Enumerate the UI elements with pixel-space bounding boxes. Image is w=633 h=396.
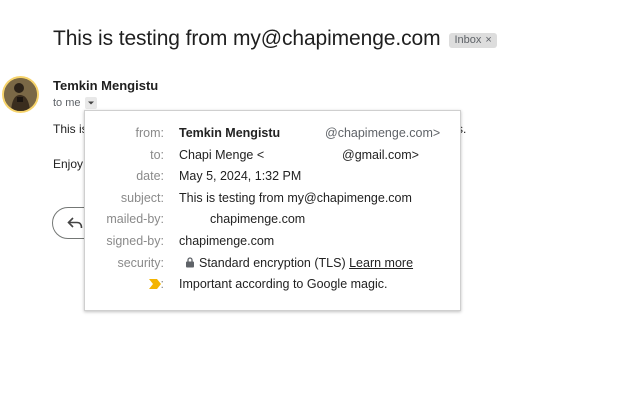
from-address: @chapimenge.com> (325, 126, 441, 140)
lock-icon (186, 257, 194, 268)
mailed-by-value: chapimenge.com (210, 212, 306, 226)
from-name: Temkin Mengistu (179, 126, 281, 140)
email-view: This is testing from my@chapimenge.com I… (0, 0, 633, 396)
avatar[interactable] (2, 76, 39, 113)
subject-value: This is testing from my@chapimenge.com (179, 191, 412, 205)
security-value-wrap: Standard encryption (TLS) Learn more (185, 256, 413, 270)
message-details-popup: from: Temkin Mengistu @chapimenge.com> t… (84, 110, 461, 311)
details-security-row: security: Standard encryption (TLS) Lear… (85, 254, 460, 272)
caret-down-icon (87, 101, 94, 105)
details-from-row: from: Temkin Mengistu @chapimenge.com> (85, 124, 460, 142)
recipient-line: to me (53, 97, 97, 109)
show-details-button[interactable] (84, 97, 97, 109)
learn-more-link[interactable]: Learn more (349, 256, 413, 270)
avatar-image (4, 78, 37, 111)
details-subject-row: subject: This is testing from my@chapime… (85, 189, 460, 207)
details-date-row: date: May 5, 2024, 1:32 PM (85, 167, 460, 185)
security-value: Standard encryption (TLS) (199, 256, 346, 270)
signed-by-label: signed-by: (106, 234, 164, 248)
signed-by-value: chapimenge.com (179, 234, 275, 248)
details-mailedby-row: mailed-by: chapimenge.com (85, 210, 460, 228)
to-label: to: (150, 148, 164, 162)
label-text: Inbox (454, 33, 482, 46)
sender-name: Temkin Mengistu (53, 78, 159, 93)
importance-value: Important according to Google magic. (179, 277, 388, 291)
security-label: security: (117, 256, 164, 270)
reply-arrow-icon (67, 217, 83, 229)
from-value: Temkin Mengistu (179, 126, 280, 140)
subject-row: This is testing from my@chapimenge.com I… (53, 27, 497, 51)
body-text-line-1: This is (53, 122, 88, 136)
importance-label-wrap: : (148, 277, 164, 291)
inbox-label-chip[interactable]: Inbox × (449, 32, 497, 48)
date-label: date: (136, 169, 164, 183)
importance-label: : (160, 277, 164, 291)
importance-marker-icon (148, 279, 161, 289)
details-signedby-row: signed-by: chapimenge.com (85, 232, 460, 250)
body-text-line-2: Enjoy (53, 157, 84, 171)
remove-label-icon[interactable]: × (485, 33, 491, 48)
from-label: from: (135, 126, 164, 140)
to-name: Chapi Menge < (179, 148, 265, 162)
to-me-text: to me (53, 97, 81, 109)
mailed-by-label: mailed-by: (106, 212, 164, 226)
subject-label: subject: (120, 191, 164, 205)
details-importance-row: : Important according to Google magic. (85, 275, 460, 293)
to-address: @gmail.com> (342, 148, 419, 162)
email-subject: This is testing from my@chapimenge.com (53, 27, 441, 50)
details-to-row: to: Chapi Menge < @gmail.com> (85, 146, 460, 164)
date-value: May 5, 2024, 1:32 PM (179, 169, 302, 183)
